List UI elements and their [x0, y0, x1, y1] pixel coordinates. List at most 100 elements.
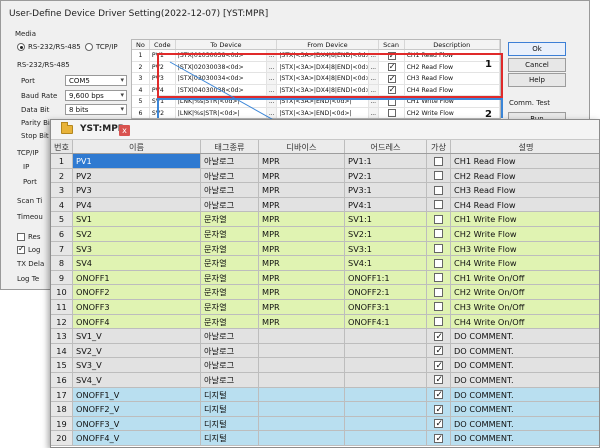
tag-row[interactable]: 14SV2_V아날로그 DO COMMENT. [51, 343, 599, 359]
virtual-checkbox[interactable] [434, 344, 443, 357]
tag-description[interactable]: CH4 Write On/Off [451, 314, 599, 329]
tag-description[interactable]: CH3 Write On/Off [451, 299, 599, 314]
tag-row[interactable]: 7 SV3 문자열 MPR SV3:1 CH3 Write Flow [51, 241, 599, 257]
tag-device[interactable]: MPR [259, 226, 345, 241]
tag-name[interactable]: SV3 [73, 241, 201, 256]
to-device-browse-button[interactable]: ... [267, 50, 278, 61]
tag-device[interactable]: MPR [259, 314, 345, 329]
tag-row[interactable]: 19ONOFF3_V디지털 DO COMMENT. [51, 416, 599, 432]
tag-name[interactable]: SV1 [73, 212, 201, 226]
baud-rate-combo[interactable]: 9,600 bps [65, 90, 127, 101]
to-device-browse-button[interactable]: ... [267, 73, 278, 84]
tag-row[interactable]: 8 SV4 문자열 MPR SV4:1 CH4 Write Flow [51, 256, 599, 271]
help-button[interactable]: Help [508, 73, 566, 87]
command-from-device[interactable]: |STX|<3A>|DX4|8|END|<0d>| [277, 50, 369, 61]
command-to-device[interactable]: |STX|01030038<0d> [176, 50, 268, 61]
tag-name[interactable]: PV2 [73, 168, 201, 183]
port-combo[interactable]: COM5 [65, 75, 127, 86]
tag-device[interactable]: MPR [259, 285, 345, 299]
close-icon[interactable]: x [119, 125, 130, 136]
tag-device[interactable] [259, 402, 345, 416]
tag-name[interactable]: ONOFF4_V [73, 431, 201, 445]
from-device-browse-button[interactable]: ... [368, 50, 379, 61]
tag-name[interactable]: SV4 [73, 256, 201, 270]
tag-description[interactable]: DO COMMENT. [451, 343, 599, 358]
tag-address[interactable]: ONOFF3:1 [345, 299, 427, 314]
command-row[interactable]: 1 PV1 |STX|01030038<0d>... |STX|<3A>|DX4|8|… [132, 50, 500, 62]
virtual-checkbox[interactable] [434, 403, 443, 416]
command-description[interactable]: CH4 Read Flow [405, 84, 500, 96]
virtual-checkbox[interactable] [434, 317, 443, 327]
tag-device[interactable] [259, 343, 345, 358]
tag-description[interactable]: CH2 Read Flow [451, 168, 599, 183]
from-device-browse-button[interactable]: ... [368, 84, 379, 96]
tag-row[interactable]: 11 ONOFF3 문자열 MPR ONOFF3:1 CH3 Write On/Off [51, 299, 599, 315]
tag-type[interactable]: 디지털 [201, 416, 259, 431]
command-row[interactable]: 4 PV4 |STX|04030038<0d>... |STX|<3A>|DX4|8|… [132, 84, 500, 97]
tag-row[interactable]: 1 PV1 아날로그 MPR PV1:1 CH1 Read Flow [51, 154, 599, 169]
tag-address[interactable]: ONOFF2:1 [345, 285, 427, 299]
tag-device[interactable]: MPR [259, 299, 345, 314]
command-description[interactable]: CH1 Write Flow [405, 96, 500, 107]
tag-description[interactable]: CH3 Write Flow [451, 241, 599, 256]
tag-row[interactable]: 18ONOFF2_V디지털 DO COMMENT. [51, 402, 599, 417]
tag-row[interactable]: 13SV1_V아날로그 DO COMMENT. [51, 329, 599, 344]
tag-type[interactable]: 아날로그 [201, 329, 259, 343]
tag-name[interactable]: SV3_V [73, 358, 201, 372]
command-code[interactable]: PV4 [150, 84, 176, 96]
tag-description[interactable]: CH1 Write Flow [451, 212, 599, 226]
command-from-device[interactable]: |STX|<3A>|END|<0d>| [277, 107, 369, 118]
virtual-checkbox[interactable] [434, 417, 443, 430]
command-code[interactable]: PV3 [150, 73, 176, 84]
command-code[interactable]: PV1 [150, 50, 176, 61]
virtual-checkbox[interactable] [434, 273, 443, 283]
media-tcpip-radio[interactable] [85, 43, 93, 51]
tag-row[interactable]: 10 ONOFF2 문자열 MPR ONOFF2:1 CH2 Write On/Off [51, 285, 599, 300]
tag-address[interactable] [345, 402, 427, 416]
tag-address[interactable]: SV1:1 [345, 212, 427, 226]
tag-type[interactable]: 아날로그 [201, 343, 259, 358]
virtual-checkbox[interactable] [434, 359, 443, 372]
tag-name[interactable]: ONOFF1 [73, 270, 201, 285]
media-rs232-radio[interactable] [17, 43, 25, 51]
tag-row[interactable]: 4 PV4 아날로그 MPR PV4:1 CH4 Read Flow [51, 197, 599, 213]
tag-type[interactable]: 문자열 [201, 270, 259, 285]
tag-name[interactable]: ONOFF2 [73, 285, 201, 299]
tag-address[interactable]: SV3:1 [345, 241, 427, 256]
virtual-checkbox[interactable] [434, 156, 443, 166]
tag-device[interactable] [259, 416, 345, 431]
tag-name[interactable]: SV2_V [73, 343, 201, 358]
tag-device[interactable] [259, 358, 345, 372]
tag-description[interactable]: DO COMMENT. [451, 431, 599, 445]
tag-address[interactable] [345, 431, 427, 445]
command-to-device[interactable]: |STX|04030038<0d> [176, 84, 268, 96]
command-to-device[interactable]: |STX|02030038<0d> [176, 61, 268, 73]
from-device-browse-button[interactable]: ... [368, 73, 379, 84]
tag-device[interactable]: MPR [259, 212, 345, 226]
tag-address[interactable]: SV4:1 [345, 256, 427, 270]
tag-name[interactable]: SV4_V [73, 372, 201, 387]
tag-type[interactable]: 문자열 [201, 314, 259, 329]
virtual-checkbox[interactable] [434, 330, 443, 343]
tag-row[interactable]: 5 SV1 문자열 MPR SV1:1 CH1 Write Flow [51, 212, 599, 227]
tag-address[interactable] [345, 387, 427, 402]
tag-row[interactable]: 20ONOFF4_V디지털 DO COMMENT. [51, 431, 599, 446]
tag-description[interactable]: CH1 Write On/Off [451, 270, 599, 285]
tag-name[interactable]: ONOFF3 [73, 299, 201, 314]
log-checkbox[interactable] [17, 244, 25, 254]
command-code[interactable]: SV1 [150, 96, 176, 107]
tag-row[interactable]: 16SV4_V아날로그 DO COMMENT. [51, 372, 599, 388]
tag-name[interactable]: ONOFF2_V [73, 402, 201, 416]
tag-description[interactable]: DO COMMENT. [451, 387, 599, 402]
command-row[interactable]: 5 SV1 |LNK|%s|STR|<0d>|... |STX|<3A>|END|<0… [132, 96, 500, 108]
tag-row[interactable]: 12 ONOFF4 문자열 MPR ONOFF4:1 CH4 Write On/Off [51, 314, 599, 330]
tag-row[interactable]: 9 ONOFF1 문자열 MPR ONOFF1:1 CH1 Write On/Off [51, 270, 599, 286]
tag-description[interactable]: CH2 Write On/Off [451, 285, 599, 299]
virtual-checkbox[interactable] [434, 171, 443, 181]
virtual-checkbox[interactable] [434, 388, 443, 401]
tag-description[interactable]: CH3 Read Flow [451, 183, 599, 197]
tag-row[interactable]: 2 PV2 아날로그 MPR PV2:1 CH2 Read Flow [51, 168, 599, 184]
scan-checkbox[interactable] [387, 50, 396, 61]
tag-description[interactable]: DO COMMENT. [451, 416, 599, 431]
tag-device[interactable]: MPR [259, 270, 345, 285]
